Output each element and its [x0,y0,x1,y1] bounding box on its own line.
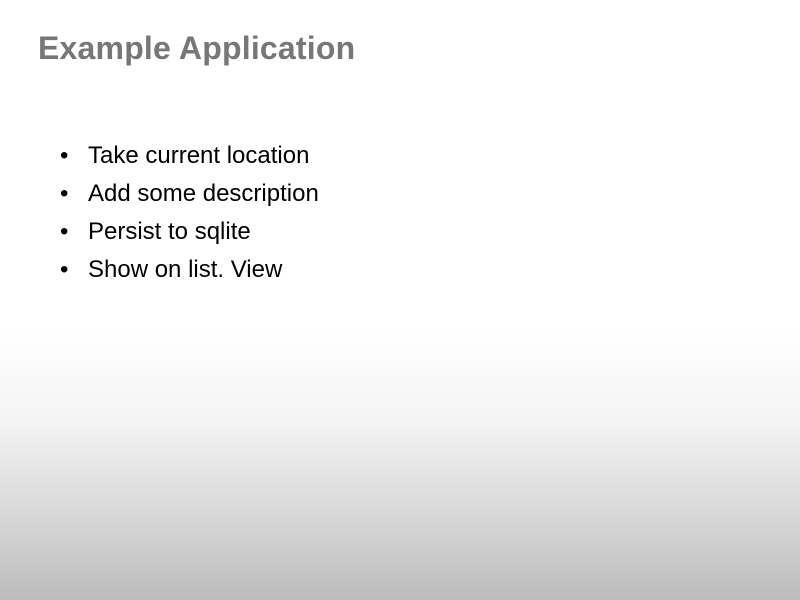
slide-content: • Take current location • Add some descr… [60,140,319,292]
list-item: • Persist to sqlite [60,216,319,248]
bullet-text: Persist to sqlite [88,216,251,248]
list-item: • Add some description [60,178,319,210]
bullet-icon: • [60,140,88,172]
bullet-text: Add some description [88,178,319,210]
list-item: • Take current location [60,140,319,172]
bullet-text: Take current location [88,140,309,172]
bullet-text: Show on list. View [88,254,282,286]
bullet-icon: • [60,254,88,286]
bullet-icon: • [60,178,88,210]
slide-title: Example Application [38,30,355,67]
list-item: • Show on list. View [60,254,319,286]
bullet-icon: • [60,216,88,248]
slide: Example Application • Take current locat… [0,0,800,600]
